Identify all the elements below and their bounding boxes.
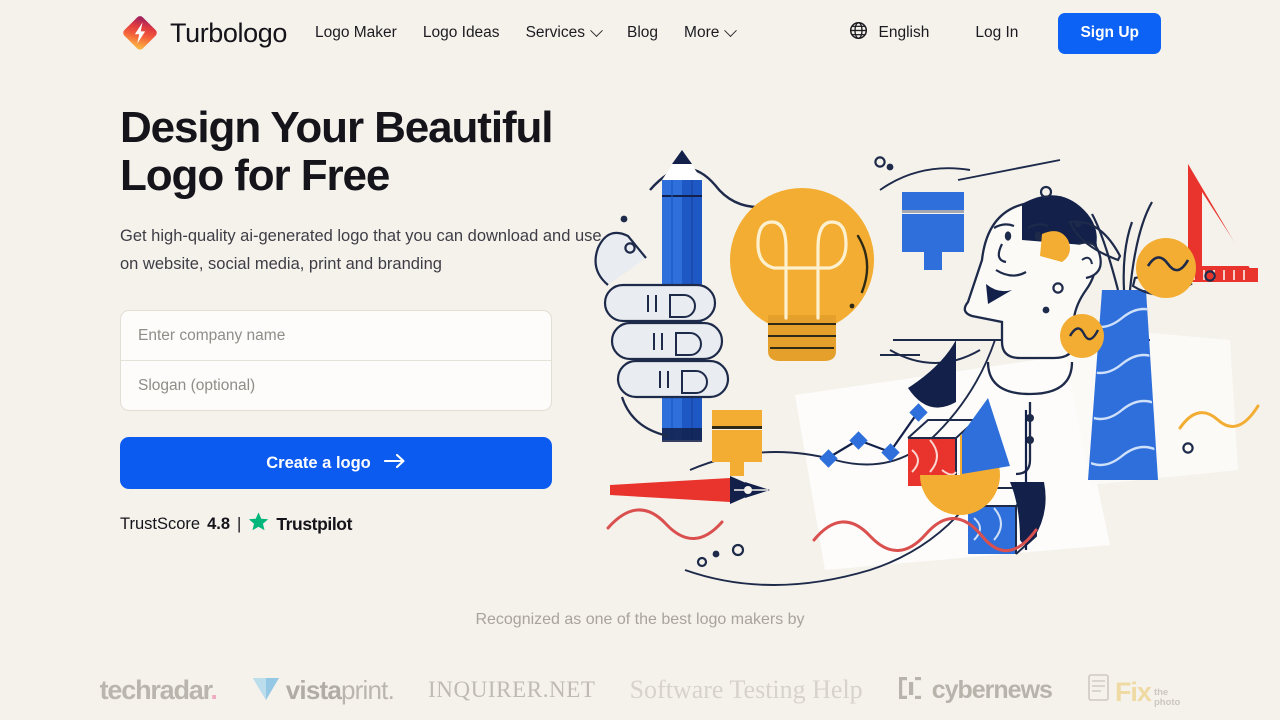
fixthephoto-sub-photo: photo [1153, 696, 1181, 708]
techradar-dot: . [210, 674, 218, 705]
nav-item-logo-ideas[interactable]: Logo Ideas [423, 24, 500, 42]
techradar-label: techradar [99, 674, 212, 705]
fixthephoto-paper-icon [1086, 673, 1112, 708]
nav-label: More [684, 24, 720, 41]
signup-button[interactable]: Sign Up [1058, 12, 1161, 54]
nav-item-services[interactable]: Services [525, 23, 603, 42]
slogan-input[interactable] [121, 361, 551, 410]
award-logo-techradar[interactable]: techradar. [99, 674, 218, 706]
globe-icon [849, 21, 868, 45]
hero-subtitle: Get high-quality ai-generated logo that … [120, 227, 602, 273]
logo-form [120, 310, 552, 411]
create-logo-button[interactable]: Create a logo [120, 437, 552, 489]
language-label: English [878, 24, 930, 41]
arrow-right-icon [383, 453, 406, 474]
brand-name: Turbologo [170, 17, 287, 48]
awards-logos: techradar. vistaprint. INQUIRER.NET Soft… [0, 662, 1280, 718]
trustscore-label: TrustScore [120, 514, 201, 533]
language-selector[interactable]: English [849, 21, 929, 45]
page-title: Design Your Beautiful Logo for Free [120, 103, 554, 200]
vistaprint-triangle-icon [251, 673, 281, 708]
vistaprint-dot: . [387, 674, 395, 705]
trustpilot-brand: Trustpilot [276, 513, 353, 534]
award-logo-software-testing-help[interactable]: Software Testing Help [630, 675, 863, 705]
header-actions: English Log In Sign Up [849, 0, 1280, 66]
award-logo-inquirer[interactable]: INQUIRER.NET [428, 677, 596, 703]
nav-label: Logo Ideas [422, 24, 500, 41]
award-logo-cybernews[interactable]: cybernews [897, 675, 1053, 706]
cybernews-label: cybernews [931, 675, 1053, 704]
software-testing-help-label: Software Testing Help [629, 675, 863, 704]
site-header: Turbologo Logo Maker Logo Ideas Services… [0, 0, 1280, 66]
login-link[interactable]: Log In [975, 24, 1018, 42]
nav-item-more[interactable]: More [684, 23, 738, 42]
trustpilot-rating[interactable]: TrustScore 4.8 | Trustpilot [120, 511, 640, 537]
fixthephoto-sub-the: the [1153, 686, 1169, 698]
vistaprint-label-bold: vista [285, 674, 342, 705]
award-logo-vistaprint[interactable]: vistaprint. [251, 673, 395, 708]
award-logo-fixthephoto[interactable]: Fix the photo [1086, 673, 1180, 708]
main-nav: Logo Maker Logo Ideas Services Blog More [315, 23, 738, 42]
nav-label: Blog [627, 24, 659, 41]
chevron-down-icon [590, 23, 603, 37]
star-icon [248, 511, 269, 537]
create-logo-label: Create a logo [266, 453, 371, 472]
vistaprint-label-light: print [341, 674, 388, 705]
trustscore-value: 4.8 [207, 514, 231, 533]
nav-item-logo-maker[interactable]: Logo Maker [315, 24, 397, 42]
turbologo-landing-page: Turbologo Logo Maker Logo Ideas Services… [0, 0, 1280, 720]
brand-logo[interactable]: Turbologo [120, 13, 287, 53]
awards-caption: Recognized as one of the best logo maker… [475, 611, 805, 628]
nav-label: Services [525, 24, 585, 41]
chevron-down-icon [724, 23, 738, 37]
trustscore-separator: | [237, 514, 242, 533]
hero-content: Design Your Beautiful Logo for Free Get … [120, 104, 640, 537]
company-name-input[interactable] [121, 311, 551, 360]
cybernews-mark-icon [897, 675, 923, 706]
design-tools-hero-illustration [590, 140, 1260, 598]
nav-item-blog[interactable]: Blog [627, 24, 658, 42]
fixthephoto-label: Fix [1114, 676, 1152, 707]
nav-label: Logo Maker [314, 24, 397, 41]
inquirer-label: INQUIRER.NET [428, 677, 596, 702]
turbologo-diamond-bolt-icon [120, 13, 160, 53]
